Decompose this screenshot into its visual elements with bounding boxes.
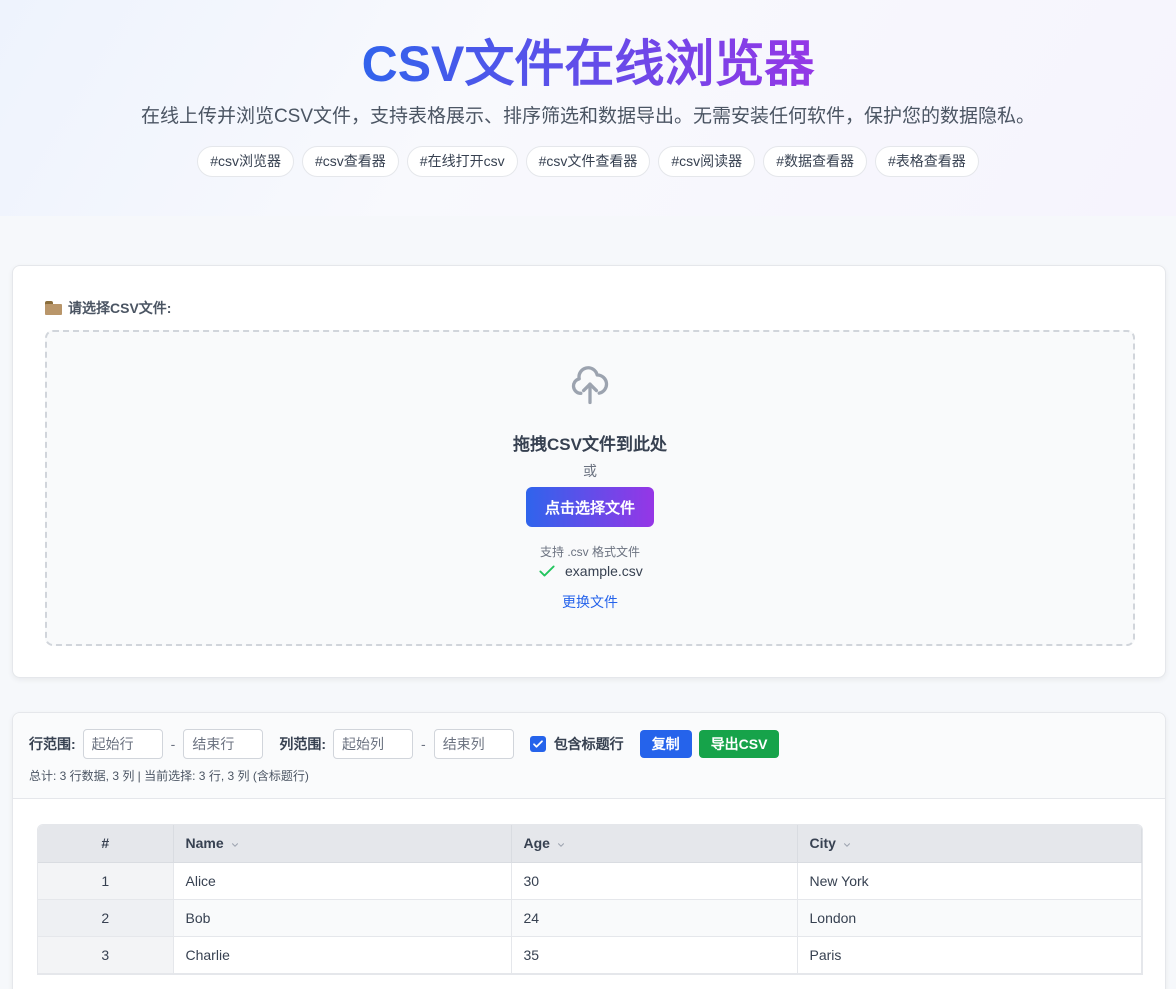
tag[interactable]: #csv文件查看器 (525, 146, 651, 177)
upload-label-text: 请选择CSV文件: (68, 300, 172, 316)
table-row: 2 Bob 24 London (38, 899, 1142, 937)
tag[interactable]: #csv浏览器 (197, 146, 294, 177)
range-dash: - (421, 736, 426, 752)
table-cell: Paris (797, 936, 1142, 974)
table-row: 1 Alice 30 New York (38, 862, 1142, 900)
upload-label: 请选择CSV文件: (45, 298, 171, 318)
table-card: 行范围: - 列范围: - 包含标题行 复制 导出CSV 总计: 3 行数据, … (12, 712, 1166, 989)
cloud-upload-icon (571, 366, 609, 405)
include-header-label: 包含标题行 (553, 736, 624, 752)
col-start-input[interactable] (333, 729, 414, 759)
row-index-cell: 3 (38, 936, 174, 974)
column-header-label: City (809, 835, 836, 852)
hero-section: CSV文件在线浏览器 在线上传并浏览CSV文件，支持表格展示、排序筛选和数据导出… (0, 0, 1176, 216)
supported-format-text: 支持 .csv 格式文件 (539, 545, 640, 559)
column-header-label: Name (185, 835, 224, 852)
range-dash: - (170, 736, 176, 752)
page-subtitle: 在线上传并浏览CSV文件，支持表格展示、排序筛选和数据导出。无需安装任何软件，保… (140, 106, 1036, 127)
chevron-down-icon (557, 842, 564, 847)
column-header-city[interactable]: City (797, 825, 1142, 863)
dropzone-title: 拖拽CSV文件到此处 (513, 435, 667, 454)
table-cell: 24 (511, 899, 798, 937)
choose-file-button[interactable]: 点击选择文件 (526, 487, 654, 527)
selected-file: example.csv (537, 561, 643, 581)
col-range-label: 列范围: (279, 736, 327, 752)
page-title: CSV文件在线浏览器 (0, 34, 1176, 94)
table-cell: 30 (511, 862, 798, 900)
row-index-cell: 1 (38, 862, 174, 900)
export-csv-button[interactable]: 导出CSV (698, 730, 780, 758)
checkmark-icon (532, 740, 543, 748)
table-cell: Alice (173, 862, 512, 900)
check-icon (539, 565, 555, 577)
data-table-wrapper: # Name Age City 1 Alice 30 New York 2 Bo… (37, 824, 1143, 975)
tag[interactable]: #表格查看器 (874, 146, 979, 177)
row-range-label: 行范围: (29, 736, 76, 752)
row-end-input[interactable] (183, 729, 264, 759)
table-cell: Charlie (173, 936, 512, 974)
dropzone-or: 或 (583, 463, 597, 479)
column-header-index: # (38, 825, 174, 863)
column-header-label: Age (523, 835, 550, 852)
chevron-down-icon (231, 842, 238, 847)
chevron-down-icon (843, 842, 850, 847)
folder-icon (45, 301, 62, 315)
data-table: # Name Age City 1 Alice 30 New York 2 Bo… (38, 825, 1142, 974)
table-header-row: # Name Age City (38, 825, 1142, 863)
tag[interactable]: #csv阅读器 (658, 146, 756, 177)
tag[interactable]: #在线打开csv (406, 146, 518, 177)
table-cell: 35 (511, 936, 798, 974)
selected-file-name: example.csv (565, 563, 643, 579)
file-dropzone[interactable]: 拖拽CSV文件到此处 或 点击选择文件 支持 .csv 格式文件 example… (45, 330, 1135, 646)
row-index-cell: 2 (38, 899, 174, 937)
column-header-name[interactable]: Name (173, 825, 512, 863)
table-toolbar: 行范围: - 列范围: - 包含标题行 复制 导出CSV 总计: 3 行数据, … (13, 713, 1165, 799)
table-cell: New York (797, 862, 1142, 900)
table-cell: London (797, 899, 1142, 937)
table-cell: Bob (173, 899, 512, 937)
selection-summary: 总计: 3 行数据, 3 列 | 当前选择: 3 行, 3 列 (含标题行) (29, 769, 309, 783)
tag[interactable]: #csv查看器 (302, 146, 399, 177)
column-header-age[interactable]: Age (511, 825, 798, 863)
col-end-input[interactable] (433, 729, 514, 759)
table-row: 3 Charlie 35 Paris (38, 936, 1142, 974)
tag[interactable]: #数据查看器 (763, 146, 867, 177)
tag-list: #csv浏览器 #csv查看器 #在线打开csv #csv文件查看器 #csv阅… (0, 146, 1176, 177)
upload-card: 请选择CSV文件: 拖拽CSV文件到此处 或 点击选择文件 支持 .csv 格式… (12, 265, 1166, 678)
row-start-input[interactable] (82, 729, 163, 759)
copy-button[interactable]: 复制 (639, 730, 692, 758)
change-file-link[interactable]: 更换文件 (47, 592, 1133, 612)
include-header-checkbox[interactable] (529, 736, 546, 752)
